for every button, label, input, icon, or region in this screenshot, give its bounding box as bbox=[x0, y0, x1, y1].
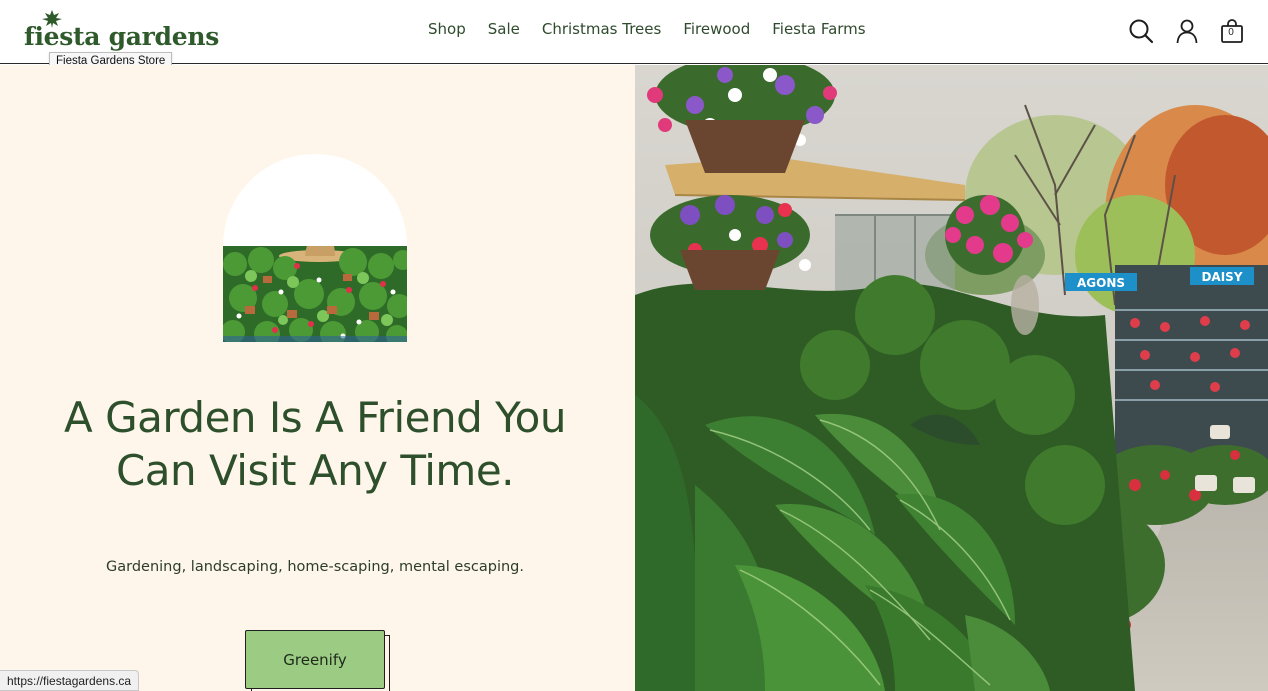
search-icon[interactable] bbox=[1128, 18, 1154, 44]
cart-button[interactable]: 0 bbox=[1220, 18, 1244, 44]
logo-text: fiesta gardens bbox=[24, 22, 219, 51]
user-icon[interactable] bbox=[1174, 18, 1200, 44]
arch-background bbox=[223, 154, 407, 258]
greenify-button[interactable]: Greenify bbox=[245, 630, 385, 689]
sign-daisy: DAISY bbox=[1201, 270, 1242, 284]
main-nav: Shop Sale Christmas Trees Firewood Fiest… bbox=[428, 20, 866, 38]
header-icons: 0 bbox=[1128, 18, 1244, 44]
sign-agons: AGONS bbox=[1077, 276, 1125, 290]
plants-photo bbox=[223, 246, 407, 342]
garden-centre-photo: AGONS DAISY bbox=[635, 65, 1268, 691]
hero-arch-image bbox=[223, 154, 407, 342]
cart-count: 0 bbox=[1228, 27, 1234, 38]
hero-text-panel: A Garden Is A Friend You Can Visit Any T… bbox=[0, 65, 635, 691]
hero-subline: Gardening, landscaping, home-scaping, me… bbox=[106, 559, 524, 575]
hero-photo: AGONS DAISY bbox=[635, 65, 1268, 691]
nav-item-christmas-trees[interactable]: Christmas Trees bbox=[542, 20, 661, 38]
hero-headline: A Garden Is A Friend You Can Visit Any T… bbox=[64, 393, 566, 495]
nav-item-shop[interactable]: Shop bbox=[428, 20, 466, 38]
nav-item-sale[interactable]: Sale bbox=[488, 20, 520, 38]
status-bar-url: https://fiestagardens.ca bbox=[0, 670, 140, 691]
logo[interactable]: fiesta gardens bbox=[24, 10, 219, 52]
nav-item-fiesta-farms[interactable]: Fiesta Farms bbox=[772, 20, 865, 38]
site-header: fiesta gardens Shop Sale Christmas Trees… bbox=[0, 0, 1268, 71]
nav-item-firewood[interactable]: Firewood bbox=[683, 20, 750, 38]
